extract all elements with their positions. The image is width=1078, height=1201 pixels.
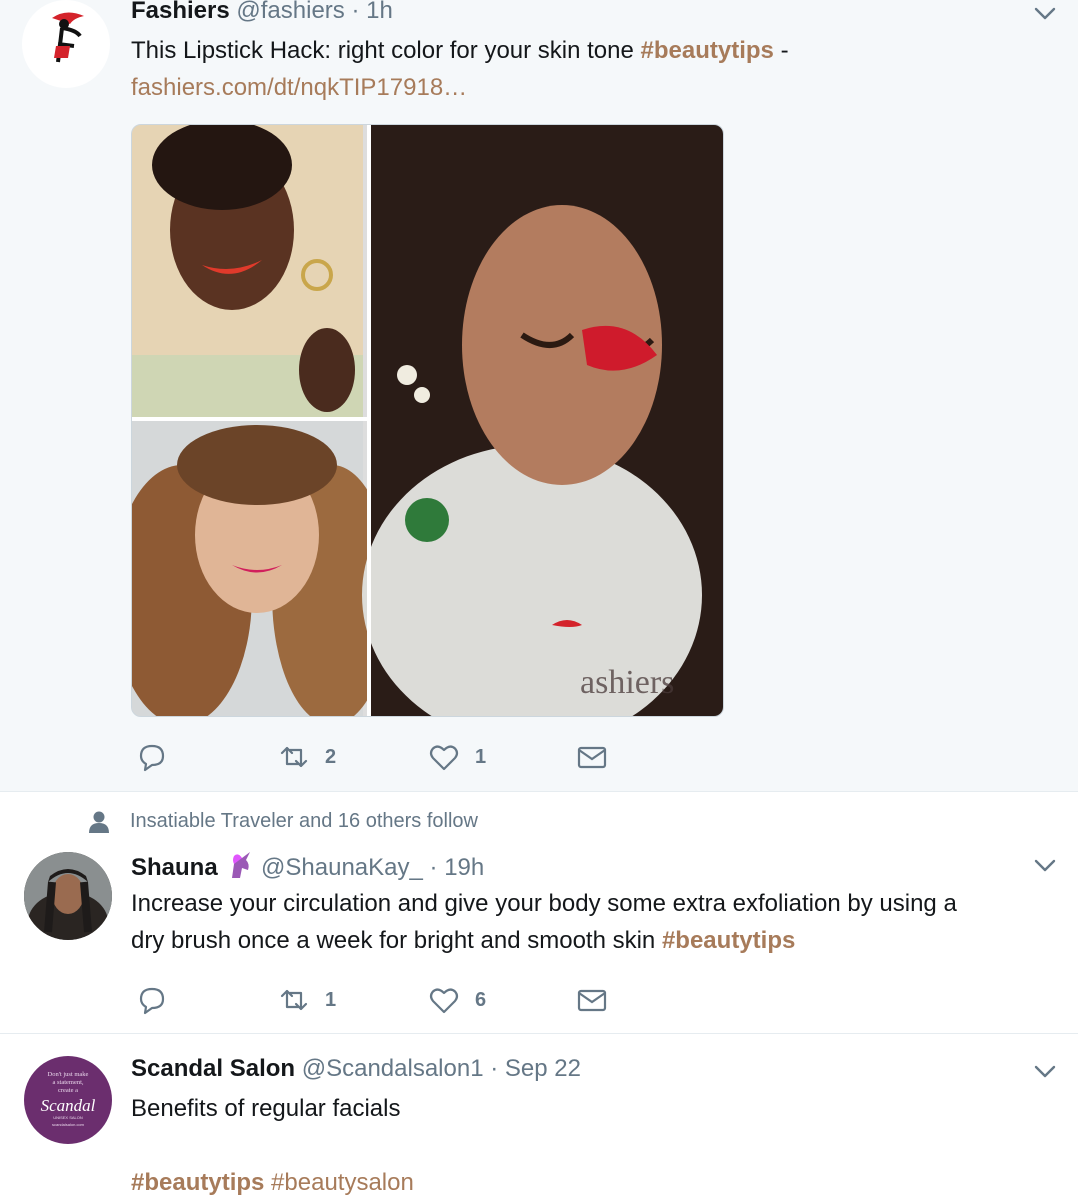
profile-photo — [24, 852, 112, 940]
svg-text:Scandal: Scandal — [41, 1096, 96, 1115]
tweet-hashtags: #beautytips #beautysalon — [131, 1164, 414, 1201]
direct-message-button[interactable] — [575, 737, 609, 777]
tweet-scandal-salon[interactable]: Don't just make a statement, create a Sc… — [0, 1034, 1078, 1200]
heart-icon — [429, 988, 459, 1014]
envelope-icon — [577, 746, 607, 769]
chevron-down-icon[interactable] — [1032, 852, 1058, 878]
tweet-text: Benefits of regular facials — [131, 1090, 400, 1127]
reply-button[interactable] — [135, 980, 169, 1020]
handle[interactable]: @ShaunaKay_ — [261, 854, 423, 881]
tweet-text: This Lipstick Hack: right color for your… — [131, 32, 789, 106]
like-count: 1 — [475, 745, 487, 768]
unicorn-emoji-icon — [232, 852, 251, 878]
social-context[interactable]: Insatiable Traveler and 16 others follow — [130, 810, 478, 833]
avatar[interactable]: Don't just make a statement, create a Sc… — [24, 1056, 112, 1144]
tweet-text-body: This Lipstick Hack: right color for your… — [131, 37, 641, 64]
chevron-down-icon[interactable] — [1032, 1058, 1058, 1084]
retweet-button[interactable]: 1 — [277, 980, 336, 1020]
svg-text:a statement,: a statement, — [52, 1079, 83, 1086]
hashtag-link[interactable]: #beautytips — [662, 927, 795, 954]
tweet-header: Scandal Salon @Scandalsalon1 · Sep 22 — [131, 1054, 581, 1084]
tweet-actions: 2 1 — [131, 737, 651, 777]
display-name[interactable]: Fashiers — [131, 0, 230, 24]
reply-icon — [139, 744, 165, 772]
display-name[interactable]: Shauna — [131, 854, 218, 881]
hashtag-link[interactable]: #beautytips — [131, 1169, 264, 1196]
tweet-header: Shauna @ShaunaKay_ · 19h — [131, 850, 484, 883]
separator-dot: · — [429, 854, 445, 881]
svg-text:scandalsalon.com: scandalsalon.com — [52, 1122, 85, 1127]
tweet-text-body: Benefits of regular facials — [131, 1095, 401, 1122]
envelope-icon — [577, 989, 607, 1012]
heart-icon — [429, 745, 459, 771]
tweet-text-line: Increase your circulation and give your … — [131, 890, 957, 917]
tweet-text-line: dry brush once a week for bright and smo… — [131, 927, 662, 954]
separator-dot: · — [490, 1055, 505, 1082]
tweet-media-image[interactable]: ashiers — [131, 124, 724, 717]
like-count: 6 — [475, 988, 487, 1011]
direct-message-button[interactable] — [575, 980, 609, 1020]
timestamp[interactable]: Sep 22 — [505, 1055, 581, 1082]
tweet-text: Increase your circulation and give your … — [131, 885, 957, 959]
tweet-actions: 1 6 — [131, 980, 651, 1020]
retweet-count: 1 — [325, 988, 337, 1011]
timestamp[interactable]: 19h — [444, 854, 484, 881]
like-button[interactable]: 6 — [427, 980, 486, 1020]
tweet-fashiers[interactable]: Fashiers @fashiers · 1h This Lipstick Ha… — [0, 0, 1078, 792]
tweet-text-suffix: - — [773, 37, 789, 64]
person-icon — [89, 811, 109, 833]
hashtag-link[interactable]: #beautytips — [641, 37, 774, 64]
svg-text:UNISEX SALON: UNISEX SALON — [53, 1115, 83, 1120]
collage-photo: ashiers — [132, 125, 723, 716]
scandal-salon-logo: Don't just make a statement, create a Sc… — [41, 1071, 96, 1127]
handle[interactable]: @fashiers — [236, 0, 344, 24]
fashiers-logo-icon — [52, 12, 84, 63]
retweet-button[interactable]: 2 — [277, 737, 336, 777]
separator-dot: · — [351, 0, 367, 24]
url-link[interactable]: fashiers.com/dt/nqkTIP17918… — [131, 69, 789, 106]
avatar[interactable] — [24, 852, 112, 940]
retweet-icon — [280, 746, 308, 768]
chevron-down-icon[interactable] — [1032, 0, 1058, 26]
retweet-count: 2 — [325, 745, 337, 768]
svg-text:Don't just make: Don't just make — [48, 1071, 89, 1078]
hashtag-link[interactable]: #beautysalon — [271, 1169, 414, 1196]
timestamp[interactable]: 1h — [366, 0, 393, 24]
tweet-header: Fashiers @fashiers · 1h — [131, 0, 393, 26]
tweet-shauna[interactable]: Insatiable Traveler and 16 others follow… — [0, 792, 1078, 1034]
reply-icon — [139, 987, 165, 1015]
avatar[interactable] — [22, 0, 110, 88]
watermark-text: ashiers — [580, 664, 674, 701]
reply-button[interactable] — [135, 737, 169, 777]
retweet-icon — [280, 989, 308, 1011]
display-name[interactable]: Scandal Salon — [131, 1055, 295, 1082]
like-button[interactable]: 1 — [427, 737, 486, 777]
handle[interactable]: @Scandalsalon1 — [302, 1055, 484, 1082]
svg-text:create a: create a — [58, 1087, 78, 1094]
